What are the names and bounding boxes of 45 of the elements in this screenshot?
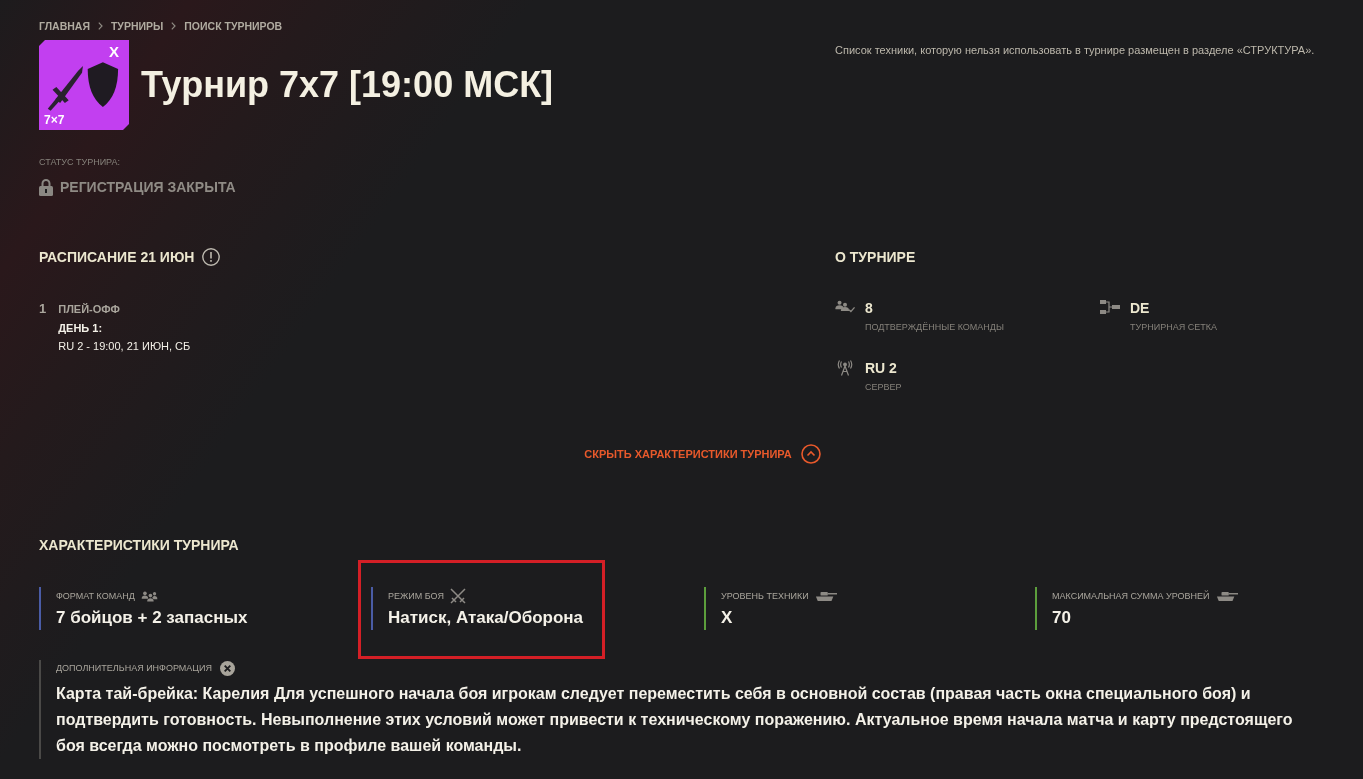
breadcrumb-link[interactable]: ГЛАВНАЯ — [39, 20, 90, 32]
about-label: ТУРНИРНАЯ СЕТКА — [1130, 321, 1217, 333]
additional-info-label: ДОПОЛНИТЕЛЬНАЯ ИНФОРМАЦИЯ — [56, 663, 212, 673]
bracket-icon — [1100, 300, 1120, 314]
antenna-icon — [837, 360, 853, 376]
people-icon — [140, 590, 158, 602]
characteristic-label: УРОВЕНЬ ТЕХНИКИ — [721, 591, 809, 601]
crossed-swords-icon — [449, 588, 466, 604]
info-circle-icon[interactable] — [202, 248, 221, 266]
about-value: 8 — [865, 299, 873, 317]
day-time: RU 2 - 19:00, 21 ИЮН, СБ — [58, 339, 191, 354]
characteristic-label: РЕЖИМ БОЯ — [388, 591, 444, 601]
about-heading: О ТУРНИРЕ — [835, 248, 916, 267]
characteristic-label: МАКСИМАЛЬНАЯ СУММА УРОВНЕЙ — [1052, 591, 1210, 601]
characteristic-value: X — [721, 607, 733, 629]
close-circle-icon[interactable] — [220, 660, 235, 676]
characteristic-label: ФОРМАТ КОМАНД — [56, 591, 135, 601]
breadcrumb-link[interactable]: ПОИСК ТУРНИРОВ — [184, 20, 283, 32]
stage-name: ПЛЕЙ-ОФФ — [58, 302, 121, 317]
additional-info-text: Карта тай-брейка: Карелия Для успешного начала боя игрокам следует переместить себя в основной состав (правая часть окна специального боя) и подтвердить готовность. Невыполнение этих условий может привести к техническому поражению. Актуальное время начала матча и карту предстоящего боя всегда можно посмотреть в профиле вашей команды. — [56, 684, 1294, 756]
characteristic-value: 7 бойцов + 2 запасных — [56, 607, 248, 629]
stage-number: 1 — [39, 301, 47, 318]
tournament-title: Турнир 7x7 [19:00 МСК] — [141, 67, 554, 103]
about-value: DE — [1130, 299, 1150, 317]
breadcrumb-link[interactable]: ТУРНИРЫ — [110, 20, 164, 32]
characteristics-heading: ХАРАКТЕРИСТИКИ ТУРНИРА — [39, 536, 239, 555]
about-label: ПОДТВЕРЖДЁННЫЕ КОМАНДЫ — [865, 321, 1004, 333]
tier-label: X — [109, 44, 119, 58]
characteristic-value: Натиск, Атака/Оборона — [388, 607, 584, 629]
chevron-right-icon — [97, 22, 103, 30]
tank-icon — [1215, 590, 1238, 602]
schedule-heading: РАСПИСАНИЕ 21 ИЮН — [39, 250, 195, 264]
about-value: RU 2 — [865, 359, 897, 377]
characteristic-value: 70 — [1052, 607, 1071, 629]
status-label: СТАТУС ТУРНИРА: — [39, 156, 120, 168]
lock-icon — [39, 178, 53, 196]
format-label: 7×7 — [44, 114, 65, 126]
tank-icon — [814, 590, 837, 602]
day-label: ДЕНЬ 1: — [58, 321, 104, 336]
team-check-icon — [835, 300, 855, 313]
status-value: РЕГИСТРАЦИЯ ЗАКРЫТА — [60, 180, 236, 194]
chevron-right-icon — [171, 22, 177, 30]
toggle-characteristics-button[interactable]: СКРЫТЬ ХАРАКТЕРИСТИКИ ТУРНИРА — [584, 443, 821, 465]
notice-text: Список техники, которую нельзя использовать в турнире размещен в разделе «СТРУКТУРА». — [835, 43, 1316, 57]
about-label: СЕРВЕР — [865, 381, 902, 393]
